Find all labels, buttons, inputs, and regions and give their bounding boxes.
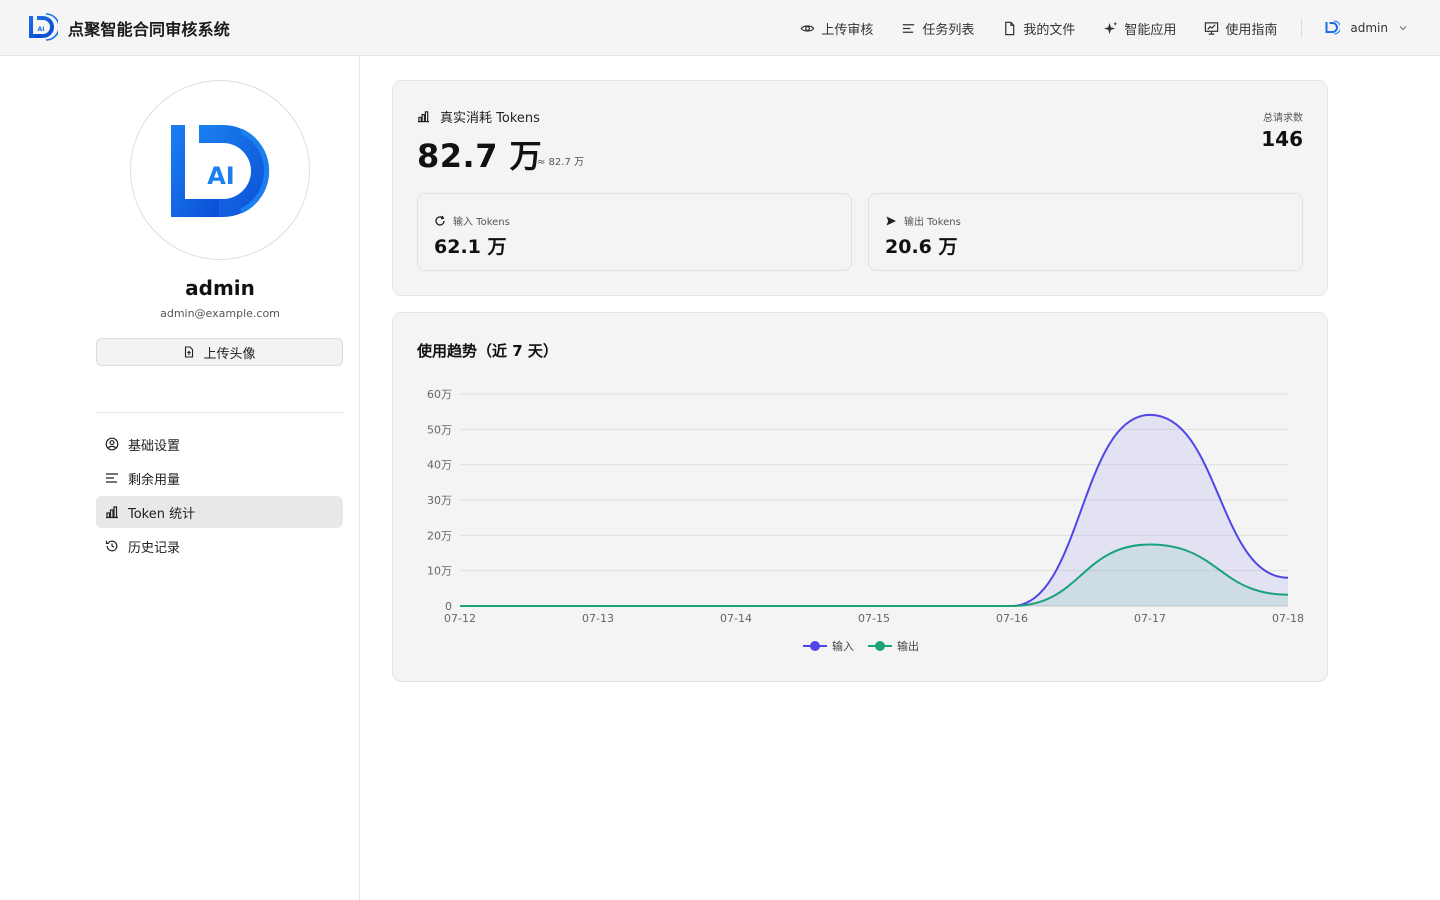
svg-text:AI: AI (38, 26, 45, 33)
x-tick-label: 07-17 (1134, 612, 1166, 625)
x-tick-label: 07-13 (582, 612, 614, 625)
list-icon (106, 473, 118, 483)
send-icon (886, 216, 896, 225)
user-menu[interactable]: admin (1324, 20, 1408, 36)
nav-item-label: 任务列表 (922, 22, 975, 38)
sidebar-item-basic-settings[interactable]: 基础设置 (96, 428, 343, 460)
nav-divider (1301, 18, 1303, 38)
y-tick-label: 30万 (427, 494, 452, 507)
input-tokens-value: 62.1 万 (434, 236, 507, 258)
guide-icon (1205, 21, 1219, 35)
nav-user-guide[interactable]: 使用指南 (1204, 0, 1277, 56)
profile-name: admin (185, 276, 255, 300)
total-tokens-label-text: 真实消耗 Tokens (440, 111, 540, 126)
total-requests-label: 总请求数 (1263, 113, 1303, 124)
upload-file-icon (185, 346, 194, 358)
usage-trend-chart[interactable]: 010万20万30万40万50万60万07-12 07-13 07-14 07-15 0… (393, 313, 1329, 683)
legend-label: 输出 (897, 639, 919, 653)
nav-my-files[interactable]: 我的文件 (1002, 0, 1075, 56)
top-nav: 上传审核 任务列表 我的文件 智能应用 使用指南 admin (800, 0, 1408, 56)
brand[interactable]: AI 点聚智能合同审核系统 (26, 12, 230, 44)
sidebar-item-label: 历史记录 (128, 540, 181, 556)
refresh-icon (435, 215, 445, 226)
x-tick-label: 07-15 (858, 612, 890, 625)
app-title: 点聚智能合同审核系统 (68, 20, 231, 39)
bar-chart-icon (106, 506, 118, 519)
usage-trend-card: 使用趋势（近 7 天） 0 10万 20万 30万 40万 50万 60万 07-12 07-1… (392, 312, 1328, 682)
upload-avatar-button[interactable]: 上传头像 (96, 338, 343, 366)
sidebar-item-label: Token 统计 (128, 506, 196, 522)
profile-sidebar: AI admin admin@example.com 上传头像 基础设置 剩余用… (0, 56, 360, 900)
sidebar-item-remaining-usage[interactable]: 剩余用量 (96, 462, 343, 494)
x-tick-label: 07-14 (720, 612, 752, 625)
output-tokens-value: 20.6 万 (885, 236, 958, 258)
sidebar-item-label: 剩余用量 (128, 472, 181, 488)
user-avatar-icon (1325, 20, 1341, 35)
chevron-down-icon (1399, 26, 1407, 31)
x-tick-label: 07-18 (1272, 612, 1304, 625)
nav-item-label: 我的文件 (1023, 22, 1076, 38)
list-icon (903, 23, 915, 33)
legend-marker (875, 641, 885, 651)
legend-marker (810, 641, 820, 651)
sidebar-item-label: 基础设置 (128, 438, 181, 454)
brand-logo-icon: AI (29, 13, 58, 41)
top-header: AI 点聚智能合同审核系统 上传审核 任务列表 我的文件 智能应用 使用指南 a… (0, 0, 1440, 56)
total-tokens-value: 82.7 万 (417, 137, 543, 175)
series-area (460, 544, 1288, 606)
input-tokens-label: 输入 Tokens (434, 213, 510, 228)
nav-item-label: 智能应用 (1124, 22, 1177, 38)
total-requests-value: 146 (1261, 127, 1303, 151)
upload-avatar-label: 上传头像 (203, 346, 256, 362)
sidebar-item-history[interactable]: 历史记录 (96, 530, 343, 562)
x-tick-label: 07-12 (444, 612, 476, 625)
user-name: admin (1350, 21, 1388, 35)
x-tick-label: 07-16 (996, 612, 1028, 625)
sparkle-icon (1104, 21, 1118, 34)
input-tokens-card: 输入 Tokens 62.1 万 (417, 193, 852, 271)
y-tick-label: 40万 (427, 459, 452, 472)
total-tokens-label: 真实消耗 Tokens (417, 107, 540, 126)
total-tokens-approx: ≈ 82.7 万 (537, 157, 585, 168)
y-tick-label: 10万 (427, 565, 452, 578)
output-tokens-label-text: 输出 Tokens (904, 217, 961, 228)
settings-menu: 基础设置 剩余用量 Token 统计 历史记录 (96, 428, 343, 564)
input-tokens-label-text: 输入 Tokens (453, 217, 510, 228)
user-circle-icon (105, 437, 119, 451)
y-tick-label: 20万 (427, 529, 452, 542)
token-stats-card: 真实消耗 Tokens 82.7 万 ≈ 82.7 万 总请求数 146 输入 … (392, 80, 1328, 296)
nav-item-label: 使用指南 (1225, 22, 1278, 38)
output-tokens-card: 输出 Tokens 20.6 万 (868, 193, 1303, 271)
nav-task-list[interactable]: 任务列表 (901, 0, 974, 56)
history-icon (105, 540, 118, 552)
output-tokens-label: 输出 Tokens (885, 213, 961, 228)
profile-email: admin@example.com (160, 307, 280, 320)
avatar-logo-icon: AI (171, 125, 270, 217)
y-tick-label: 60万 (427, 388, 452, 401)
eye-icon (801, 24, 815, 32)
avatar[interactable]: AI (130, 80, 310, 260)
legend-label: 输入 (832, 639, 854, 653)
sidebar-item-token-stats[interactable]: Token 统计 (96, 496, 343, 528)
svg-text:AI: AI (207, 162, 235, 190)
nav-item-label: 上传审核 (821, 22, 874, 38)
bar-chart-icon (417, 111, 430, 123)
sidebar-divider (96, 412, 343, 413)
nav-smart-apps[interactable]: 智能应用 (1103, 0, 1176, 56)
file-icon (1005, 21, 1015, 35)
y-tick-label: 50万 (427, 423, 452, 436)
nav-upload-review[interactable]: 上传审核 (800, 0, 873, 56)
